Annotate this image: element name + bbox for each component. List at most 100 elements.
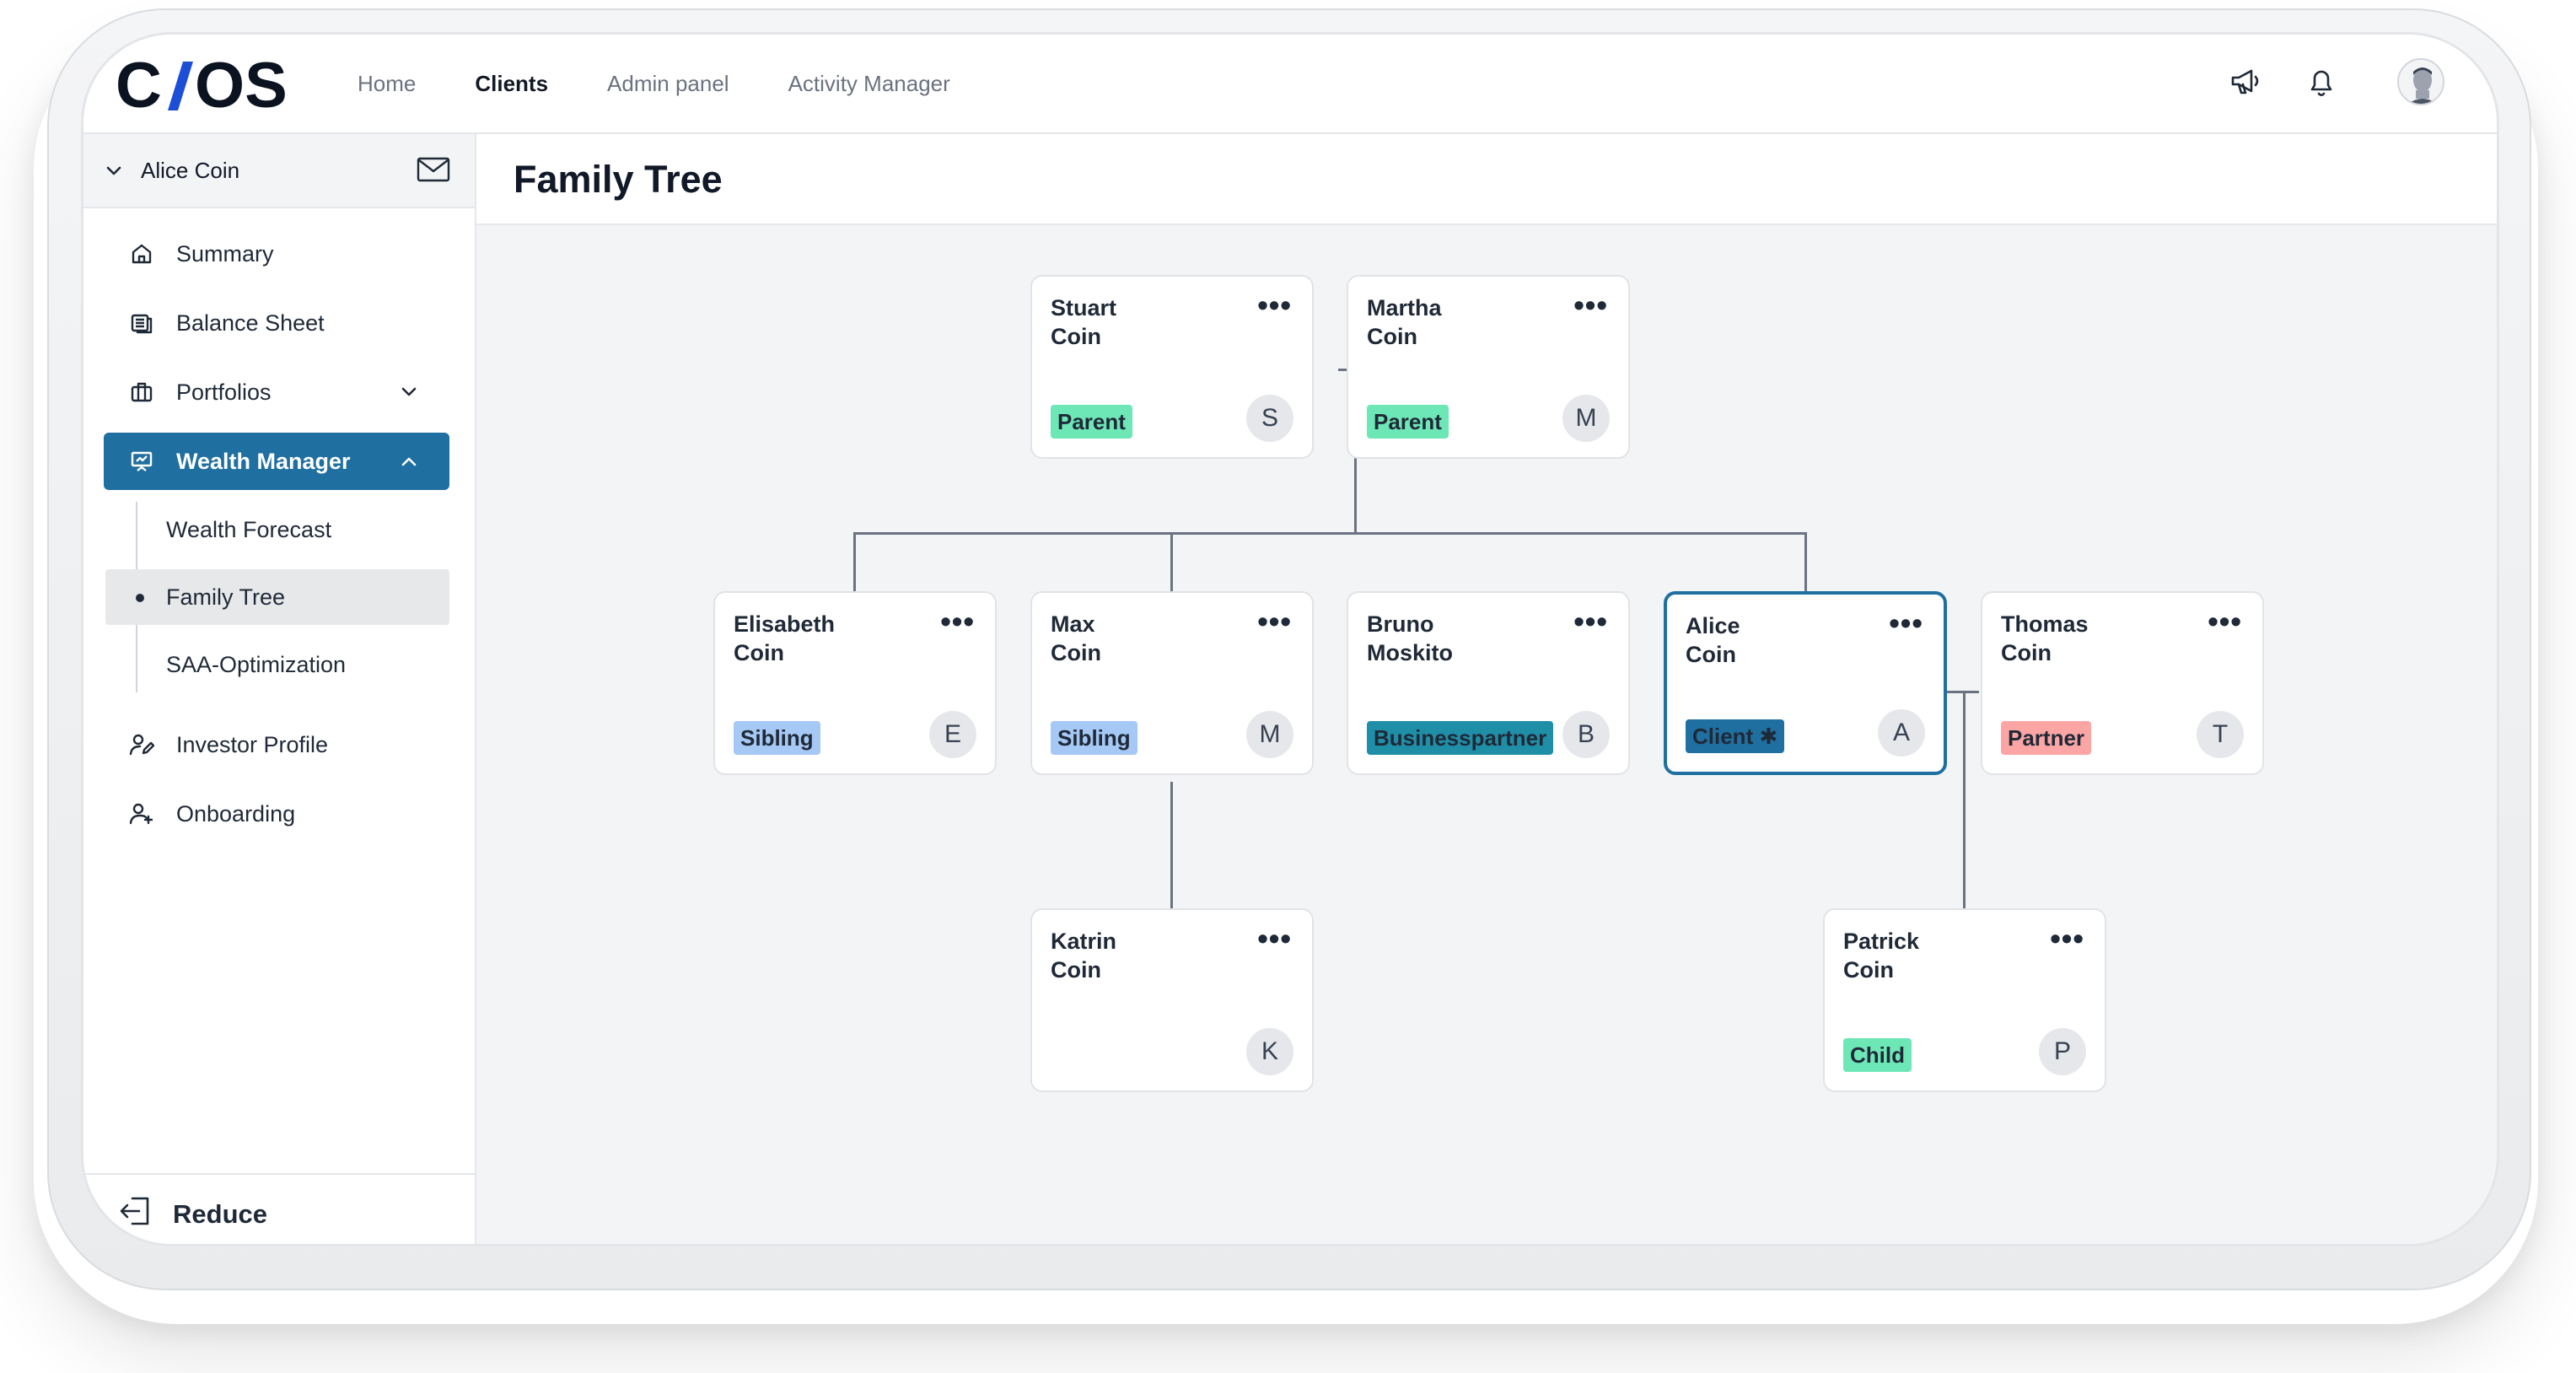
sidebar-item-summary[interactable]: Summary [104,225,449,283]
chevron-down-icon[interactable] [104,161,124,181]
connector-line [853,532,1806,535]
sidebar-item-wealth-manager[interactable]: Wealth Manager [104,433,449,490]
reduce-label: Reduce [173,1199,267,1229]
nav-admin-panel[interactable]: Admin panel [607,68,729,99]
person-name: Alice Coin [1686,613,1740,667]
page-title: Family Tree [514,158,723,201]
sidebar-item-label: Wealth Manager [176,448,351,474]
reduce-button[interactable]: Reduce [119,1195,267,1234]
relation-badge: Sibling [734,721,820,755]
person-name: Katrin Coin [1051,929,1117,983]
bell-icon[interactable] [2304,65,2338,99]
more-options-icon[interactable]: ••• [2208,606,2242,637]
avatar-initial: B [1562,711,1610,758]
user-edit-icon [129,732,154,757]
user-avatar[interactable] [2397,58,2444,105]
relation-badge: Parent [1051,405,1132,439]
briefcase-icon [129,380,154,405]
person-name: Stuart Coin [1051,295,1117,349]
sidebar-item-label: Onboarding [176,800,296,826]
sidebar-item-portfolios[interactable]: Portfolios [104,363,449,421]
person-card-bruno[interactable]: Bruno Moskito ••• Businesspartner B [1347,591,1630,775]
home-icon [129,241,154,267]
subitem-wealth-forecast[interactable]: Wealth Forecast [105,502,449,557]
collapse-icon [119,1195,153,1234]
subitem-saa-optimization[interactable]: SAA-Optimization [105,637,449,692]
person-name: Bruno Moskito [1367,611,1454,665]
avatar-initial: M [1246,711,1293,758]
relation-badge: Businesspartner [1367,721,1554,755]
relation-badge: Client ✱ [1686,719,1785,753]
connector-line [1170,782,1173,917]
more-options-icon[interactable]: ••• [940,606,975,637]
current-dot [136,594,144,602]
avatar-initial: M [1562,395,1610,442]
client-selector[interactable]: Alice Coin [83,134,475,208]
ledger-icon [129,310,154,336]
relation-badge: Sibling [1051,721,1137,755]
svg-text:OS: OS [195,51,288,119]
sidebar-item-label: Investor Profile [176,731,329,757]
title-bar: Family Tree [476,134,2497,225]
megaphone-icon[interactable] [2229,65,2262,99]
sidebar-footer: Reduce [83,1173,475,1244]
connector-line [1804,532,1807,600]
sidebar-item-investor-profile[interactable]: Investor Profile [104,716,449,773]
sidebar-item-label: Summary [176,240,274,267]
person-card-elisabeth[interactable]: Elisabeth Coin ••• Sibling E [713,591,997,775]
chevron-down-icon[interactable] [399,382,419,402]
relation-badge: Child [1843,1038,1912,1072]
person-card-stuart[interactable]: Stuart Coin ••• Parent S [1030,275,1314,459]
person-card-martha[interactable]: Martha Coin ••• Parent M [1347,275,1630,459]
avatar-initial: S [1246,395,1293,442]
more-options-icon[interactable]: ••• [1573,606,1608,637]
more-options-icon[interactable]: ••• [1889,608,1923,638]
more-options-icon[interactable]: ••• [1573,290,1608,320]
person-card-alice[interactable]: Alice Coin ••• Client ✱ A [1664,591,1947,775]
person-card-katrin[interactable]: Katrin Coin ••• K [1030,908,1314,1092]
subitem-family-tree[interactable]: Family Tree [105,569,449,625]
avatar-initial: T [2197,711,2244,758]
nav-activity-manager[interactable]: Activity Manager [788,68,950,99]
person-name: Martha Coin [1367,295,1442,349]
more-options-icon[interactable]: ••• [2050,923,2084,954]
relation-badge: Parent [1367,405,1449,439]
svg-text:C: C [116,51,162,119]
sidebar-item-label: Balance Sheet [176,310,325,336]
chevron-up-icon[interactable] [399,451,419,471]
avatar-initial: E [929,711,976,758]
person-name: Max Coin [1051,611,1101,665]
client-name: Alice Coin [141,158,240,183]
sidebar-item-onboarding[interactable]: Onboarding [104,785,449,843]
person-card-patrick[interactable]: Patrick Coin ••• Child P [1823,908,2106,1092]
nav-clients[interactable]: Clients [475,68,548,99]
sidebar-item-balance-sheet[interactable]: Balance Sheet [104,294,449,352]
family-tree-canvas: Stuart Coin ••• Parent S Martha Coin ••• P… [476,225,2497,1244]
user-plus-icon [129,801,154,826]
app-screen: C OS Home Clients Admin panel Activity M… [81,32,2499,1246]
person-name: Elisabeth Coin [734,611,836,665]
more-options-icon[interactable]: ••• [1257,606,1292,637]
top-nav: Home Clients Admin panel Activity Manage… [358,68,1009,99]
person-card-max[interactable]: Max Coin ••• Sibling M [1030,591,1314,775]
more-options-icon[interactable]: ••• [1257,290,1292,320]
sidebar: Alice Coin Summary Balance Sheet Portfol… [83,134,476,1244]
person-name: Thomas Coin [2001,611,2089,665]
connector-line [1170,532,1173,600]
nav-home[interactable]: Home [358,68,416,99]
sidebar-item-label: Portfolios [176,379,272,405]
connector-line [1963,691,1966,917]
relation-badge: Partner [2001,721,2092,755]
person-name: Patrick Coin [1843,929,1920,983]
connector-line [853,532,856,600]
cios-logo: C OS [116,51,288,119]
more-options-icon[interactable]: ••• [1257,923,1292,954]
presentation-icon [129,449,154,474]
wealth-manager-submenu: Wealth Forecast Family Tree SAA-Optimiza… [105,502,449,692]
avatar-initial: A [1878,709,1925,756]
mail-icon[interactable] [417,156,450,183]
subitem-label: Family Tree [166,584,286,610]
top-actions [2186,58,2444,105]
person-card-thomas[interactable]: Thomas Coin ••• Partner T [1981,591,2264,775]
top-bar: C OS Home Clients Admin panel Activity M… [83,35,2497,134]
